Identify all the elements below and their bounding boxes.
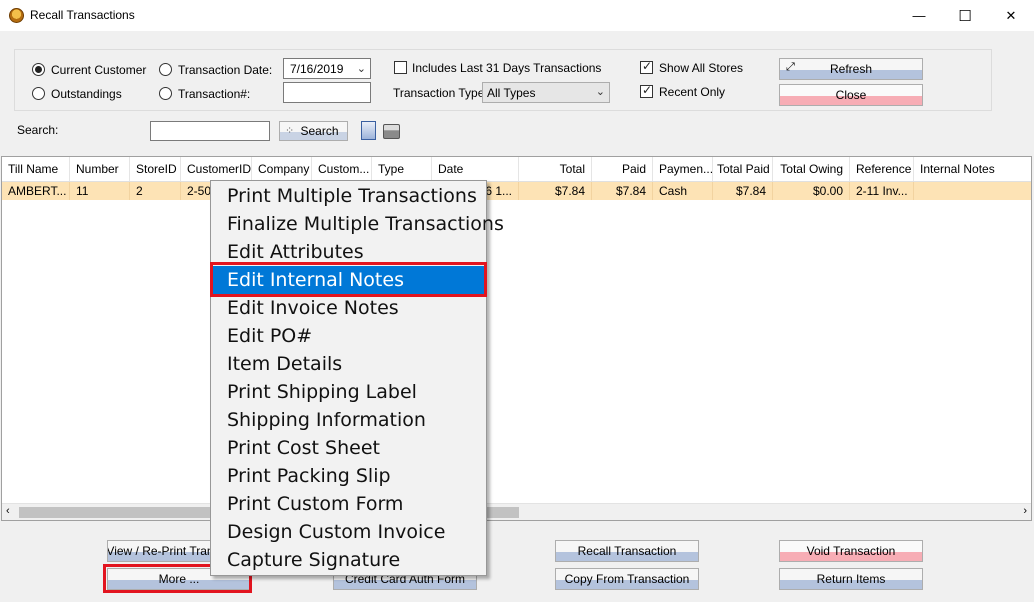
refresh-icon: ⤢ [786, 61, 795, 73]
menu-item-print-custom-form[interactable]: Print Custom Form [213, 490, 484, 518]
chevron-down-icon: ⌄ [595, 86, 605, 98]
transaction-number-input[interactable] [283, 82, 371, 103]
transaction-date-picker[interactable]: 7/16/2019 ⌄ [283, 58, 371, 79]
context-menu: Print Multiple Transactions Finalize Mul… [210, 180, 504, 576]
scroll-left-icon[interactable]: ‹ [6, 505, 10, 517]
search-label: Search: [17, 123, 59, 137]
column-header[interactable]: Type [372, 157, 432, 181]
transaction-number-label: Transaction#: [178, 87, 251, 101]
menu-item-highlight [210, 262, 487, 297]
maximize-button[interactable]: ☐ [942, 0, 988, 31]
transaction-date-radio[interactable] [159, 63, 172, 76]
menu-item-finalize-multiple-transactions[interactable]: Finalize Multiple Transactions [213, 210, 504, 238]
table-cell: 2-11 Inv... [850, 182, 914, 200]
horizontal-scrollbar[interactable]: ‹ › [2, 503, 1031, 520]
close-button[interactable]: Close [779, 84, 923, 106]
table-cell: 11 [70, 182, 130, 200]
column-header[interactable]: Paymen... [653, 157, 713, 181]
menu-item-edit-invoice-notes[interactable]: Edit Invoice Notes [213, 294, 484, 322]
includes-last-31-days-label: Includes Last 31 Days Transactions [412, 61, 602, 75]
date-value: 7/16/2019 [290, 62, 344, 76]
return-items-button[interactable]: Return Items [779, 568, 923, 590]
copy-from-transaction-button[interactable]: Copy From Transaction [555, 568, 699, 590]
document-icon[interactable] [361, 121, 376, 140]
recent-only-checkbox[interactable] [640, 83, 653, 98]
includes-last-31-days-checkbox[interactable] [394, 61, 407, 74]
table-cell: $7.84 [713, 182, 773, 200]
transaction-number-radio[interactable] [159, 87, 172, 100]
table-cell: Cash [653, 182, 713, 200]
refresh-button[interactable]: ⤢ Refresh [779, 58, 923, 80]
menu-item-capture-signature[interactable]: Capture Signature [213, 546, 484, 574]
menu-item-design-custom-invoice[interactable]: Design Custom Invoice [213, 518, 484, 546]
transaction-type-select[interactable]: All Types ⌄ [482, 82, 610, 103]
column-header[interactable]: Date [432, 157, 519, 181]
column-header[interactable]: Internal Notes [914, 157, 1031, 181]
search-icon: ⁘ [285, 125, 295, 137]
outstandings-radio[interactable] [32, 87, 45, 100]
printer-icon[interactable] [383, 124, 400, 139]
menu-item-print-cost-sheet[interactable]: Print Cost Sheet [213, 434, 484, 462]
column-header[interactable]: StoreID [130, 157, 181, 181]
transaction-type-label: Transaction Type: [393, 86, 488, 100]
column-header[interactable]: Company [252, 157, 312, 181]
current-customer-label: Current Customer [51, 63, 147, 77]
close-window-button[interactable]: ✕ [988, 0, 1034, 31]
column-header[interactable]: Custom... [312, 157, 372, 181]
recall-transaction-button[interactable]: Recall Transaction [555, 540, 699, 562]
table-row[interactable]: AMBERT... 11 2 2-505 6 1... $7.84 $7.84 … [2, 182, 1031, 200]
recent-only-label: Recent Only [659, 85, 726, 99]
show-all-stores-label: Show All Stores [659, 61, 744, 75]
table-cell: 2 [130, 182, 181, 200]
menu-item-print-multiple-transactions[interactable]: Print Multiple Transactions [213, 182, 484, 210]
search-button[interactable]: ⁘ Search [279, 121, 348, 141]
transactions-grid[interactable]: Till Name Number StoreID CustomerID Comp… [1, 156, 1032, 521]
table-cell: $7.84 [519, 182, 592, 200]
column-header[interactable]: Number [70, 157, 130, 181]
void-transaction-button[interactable]: Void Transaction [779, 540, 923, 562]
menu-item-shipping-information[interactable]: Shipping Information [213, 406, 484, 434]
menu-item-print-shipping-label[interactable]: Print Shipping Label [213, 378, 484, 406]
table-cell: $7.84 [592, 182, 653, 200]
outstandings-label: Outstandings [51, 87, 122, 101]
menu-item-print-packing-slip[interactable]: Print Packing Slip [213, 462, 484, 490]
scroll-right-icon[interactable]: › [1023, 505, 1027, 517]
window-title: Recall Transactions [30, 8, 135, 22]
column-header[interactable]: CustomerID [181, 157, 252, 181]
current-customer-radio[interactable] [32, 63, 45, 76]
transaction-date-label: Transaction Date: [178, 63, 273, 77]
minimize-button[interactable]: — [896, 0, 942, 31]
show-all-stores-checkbox[interactable] [640, 59, 653, 74]
title-bar: Recall Transactions — ☐ ✕ [0, 0, 1034, 31]
column-header[interactable]: Total [519, 157, 592, 181]
menu-item-edit-po[interactable]: Edit PO# [213, 322, 484, 350]
search-button-label: Search [300, 124, 339, 138]
column-header[interactable]: Paid [592, 157, 653, 181]
app-icon [9, 8, 24, 23]
column-header[interactable]: Reference [850, 157, 914, 181]
column-header[interactable]: Total Owing [773, 157, 850, 181]
search-input[interactable] [150, 121, 270, 141]
chevron-down-icon: ⌄ [356, 63, 366, 75]
table-cell [914, 182, 1031, 200]
menu-item-item-details[interactable]: Item Details [213, 350, 484, 378]
table-cell: $0.00 [773, 182, 850, 200]
column-header[interactable]: Till Name [2, 157, 70, 181]
transaction-type-value: All Types [487, 86, 536, 100]
table-cell: AMBERT... [2, 182, 70, 200]
grid-header: Till Name Number StoreID CustomerID Comp… [2, 157, 1031, 182]
refresh-button-label: Refresh [829, 62, 873, 76]
column-header[interactable]: Total Paid [713, 157, 773, 181]
